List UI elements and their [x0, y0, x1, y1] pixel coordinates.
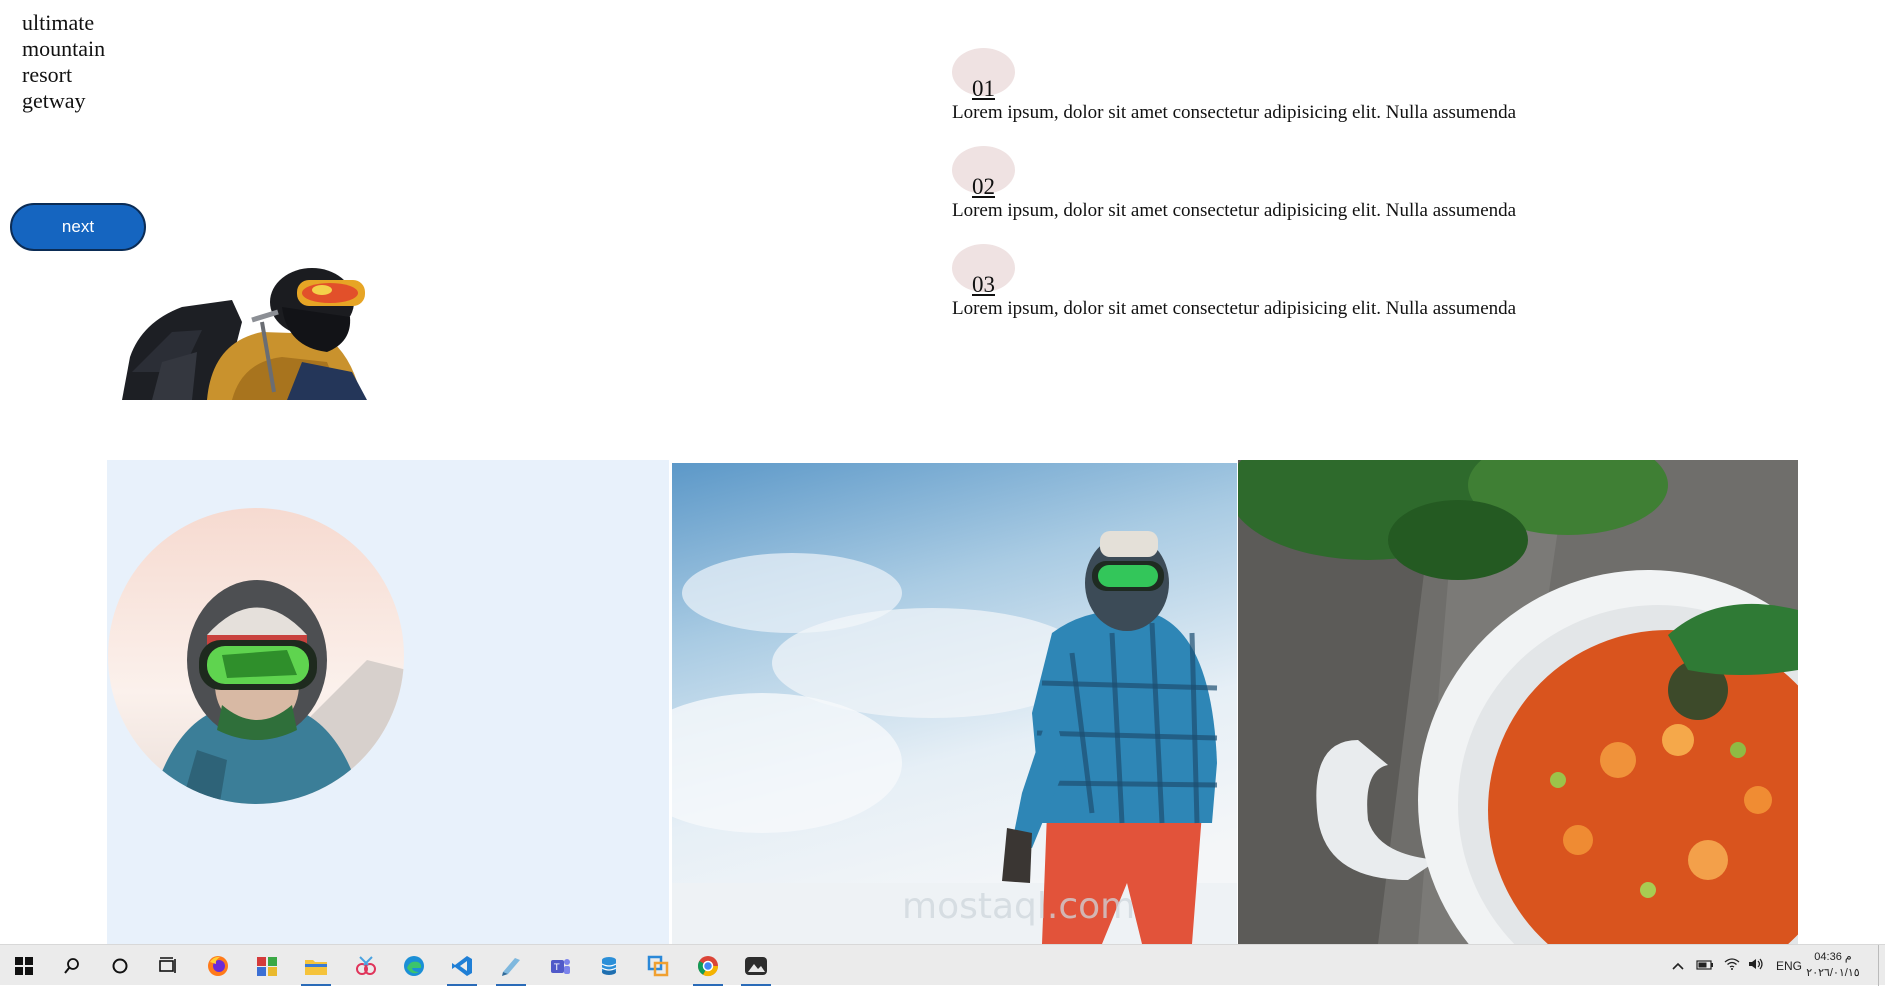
image-gallery: mostaql.com — [107, 460, 1798, 944]
gallery-panel-portrait — [107, 460, 669, 944]
hero-title-line: mountain — [22, 36, 106, 61]
feature-number-badge[interactable]: 02 — [952, 146, 1015, 199]
battery-icon[interactable] — [1696, 959, 1714, 973]
file-explorer-icon[interactable] — [298, 950, 334, 986]
skier-portrait-image — [108, 508, 404, 804]
show-desktop-button[interactable] — [1878, 945, 1885, 986]
feature-number[interactable]: 03 — [972, 272, 995, 298]
snowboarder-image: mostaql.com — [672, 463, 1237, 944]
clock-date: ٢٠٢٦/٠١/١٥ — [1806, 967, 1860, 979]
gallery-panel-snowboarder: mostaql.com — [672, 463, 1237, 944]
feature-item: 02 Lorem ipsum, dolor sit amet consectet… — [952, 146, 1652, 244]
windows-start-icon[interactable] — [6, 950, 42, 982]
hero-title-line: resort — [22, 62, 73, 87]
sql-icon[interactable] — [591, 950, 627, 982]
climber-image — [122, 268, 367, 400]
feature-number[interactable]: 01 — [972, 76, 995, 102]
feature-text: Lorem ipsum, dolor sit amet consectetur … — [952, 200, 1517, 221]
feature-list: 01 Lorem ipsum, dolor sit amet consectet… — [952, 48, 1652, 342]
cortana-icon[interactable] — [102, 950, 138, 982]
snipping-tool-icon[interactable] — [348, 950, 384, 982]
feature-item: 01 Lorem ipsum, dolor sit amet consectet… — [952, 48, 1652, 146]
watermark-text: mostaql.com — [902, 886, 1135, 927]
hero-title-line: getway — [22, 88, 86, 113]
hero-title: ultimate mountain resort getway — [22, 10, 105, 114]
edge-icon[interactable] — [396, 950, 432, 982]
windows-taskbar: T ENG 04:36 م ٢٠٢٦/٠١/١٥ — [0, 944, 1885, 986]
teams-icon[interactable]: T — [542, 950, 578, 982]
feature-text: Lorem ipsum, dolor sit amet consectetur … — [952, 298, 1517, 319]
gallery-panel-soup — [1238, 460, 1798, 944]
photos-icon[interactable] — [738, 950, 774, 986]
feature-number-badge[interactable]: 03 — [952, 244, 1015, 297]
wifi-icon[interactable] — [1724, 958, 1740, 973]
vscode-icon[interactable] — [444, 950, 480, 986]
feature-number[interactable]: 02 — [972, 174, 995, 200]
feature-number-badge[interactable]: 01 — [952, 48, 1015, 101]
feature-text: Lorem ipsum, dolor sit amet consectetur … — [952, 102, 1517, 123]
notepad-icon[interactable] — [493, 950, 529, 986]
speaker-icon[interactable] — [1748, 958, 1764, 973]
svg-text:T: T — [553, 963, 560, 973]
soup-image — [1238, 460, 1798, 944]
clock-time: 04:36 م — [1814, 951, 1852, 963]
hero-title-line: ultimate — [22, 10, 95, 35]
firefox-icon[interactable] — [200, 950, 236, 982]
feature-item: 03 Lorem ipsum, dolor sit amet consectet… — [952, 244, 1652, 342]
next-button[interactable]: next — [10, 203, 146, 251]
chrome-icon[interactable] — [690, 950, 726, 986]
system-tray: ENG — [1672, 945, 1802, 986]
task-view-icon[interactable] — [150, 950, 186, 982]
chevron-up-icon[interactable] — [1672, 959, 1684, 973]
search-icon[interactable] — [54, 950, 90, 982]
virtualbox-icon[interactable] — [640, 950, 676, 982]
winrar-icon[interactable] — [249, 950, 285, 982]
clock[interactable]: 04:36 م ٢٠٢٦/٠١/١٥ — [1798, 949, 1868, 981]
